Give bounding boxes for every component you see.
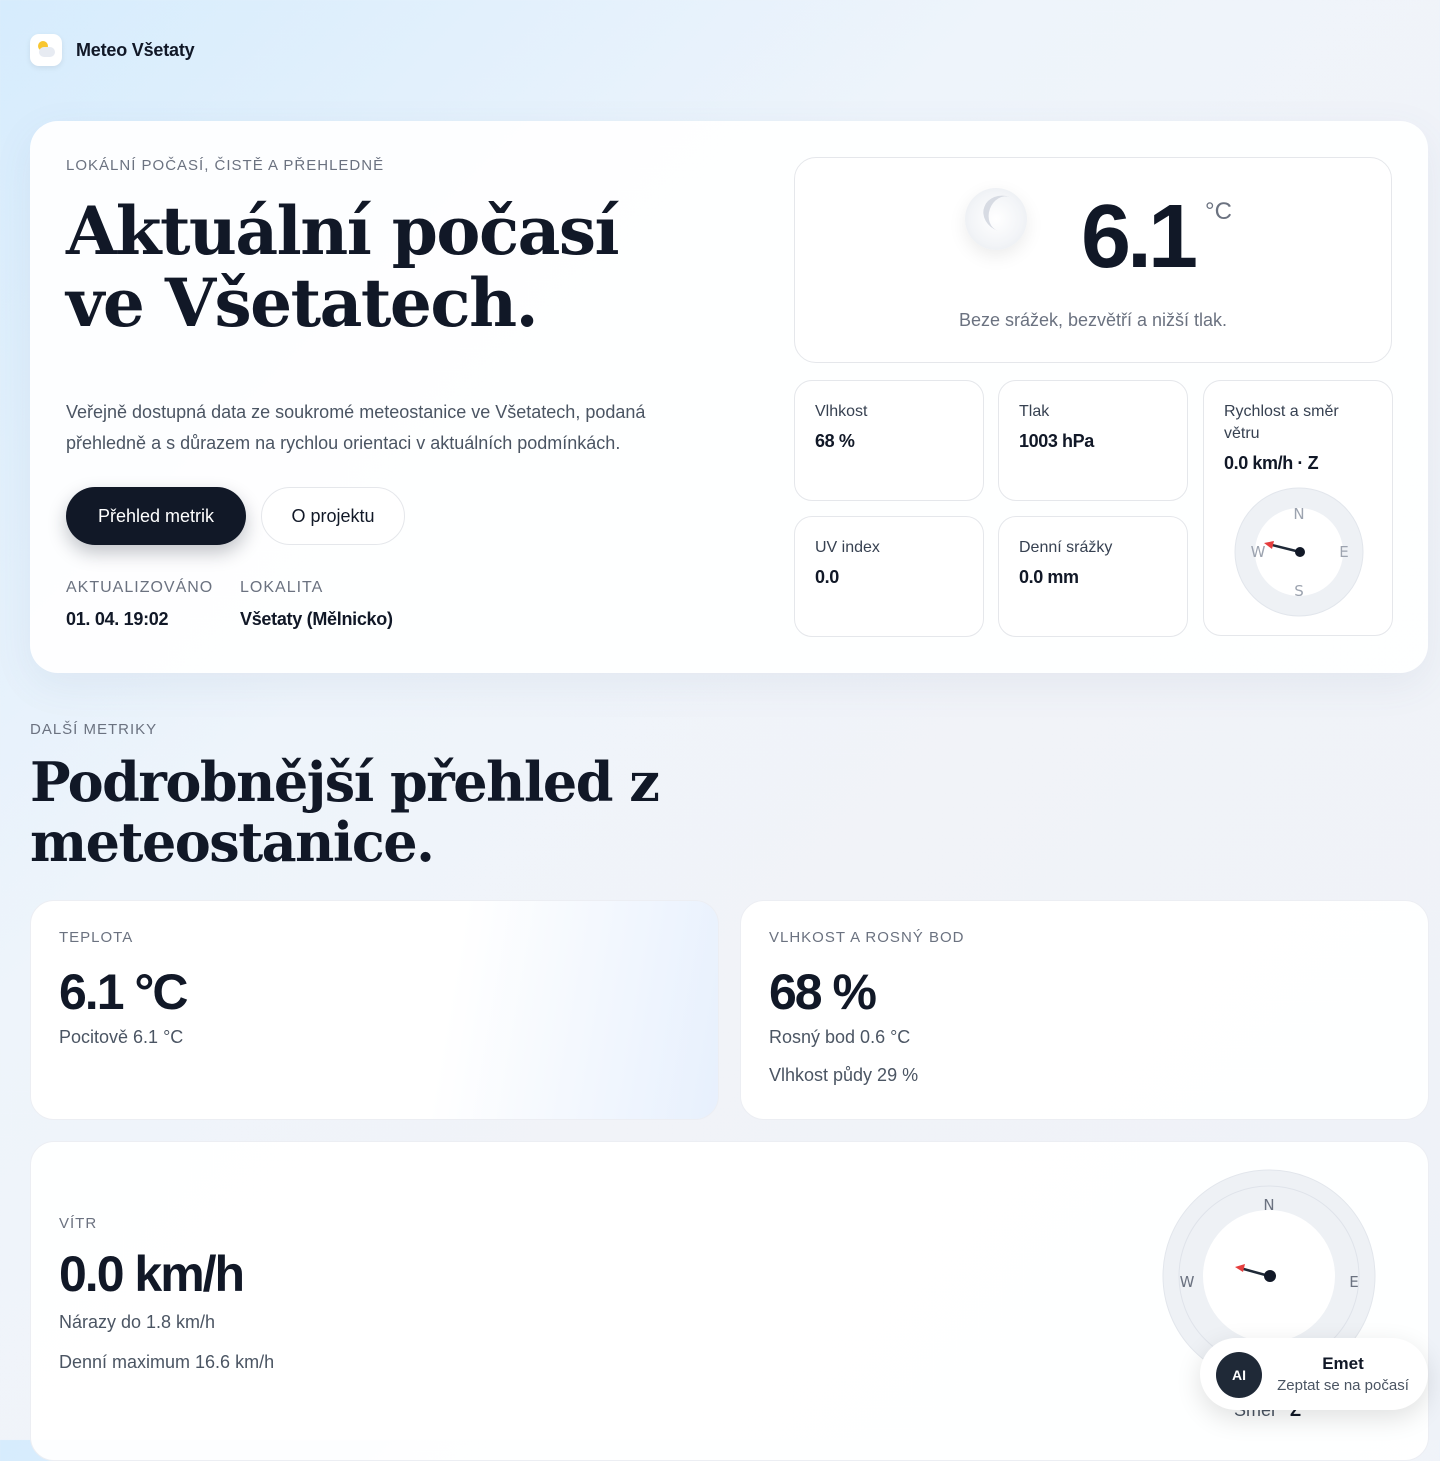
compass-w: W: [1251, 543, 1266, 561]
detail-compass-n: N: [1263, 1196, 1274, 1214]
rain-label: Denní srážky: [1019, 539, 1113, 556]
compass-s: S: [1294, 582, 1304, 600]
metrics-overview-button[interactable]: Přehled metrik: [66, 487, 246, 545]
wind-eyebrow: VÍTR: [59, 1215, 98, 1232]
weather-logo-icon: [30, 34, 62, 66]
ai-chat-widget[interactable]: AI Emet Zeptat se na počasí: [1200, 1338, 1428, 1410]
wind-card: VÍTR 0.0 km/h Nárazy do 1.8 km/h Denní m…: [30, 1141, 1429, 1461]
details-eyebrow: DALŠÍ METRIKY: [30, 721, 158, 738]
chat-assistant-name: Emet: [1322, 1354, 1364, 1373]
updated-label: AKTUALIZOVÁNO: [66, 579, 214, 596]
humidity-label: Vlhkost: [815, 403, 868, 420]
current-temperature: 6.1: [1081, 187, 1198, 287]
temperature-value: 6.1 °C: [59, 964, 189, 1020]
dew-point: Rosný bod 0.6 °C: [769, 1027, 911, 1047]
rain-tile: Denní srážky 0.0 mm: [998, 516, 1188, 637]
details-title-line-1: Podrobnější přehled z: [30, 750, 660, 814]
uv-value: 0.0: [815, 567, 839, 587]
temperature-card: TEPLOTA 6.1 °C Pocitově 6.1 °C: [30, 900, 719, 1120]
uv-tile: UV index 0.0: [794, 516, 984, 637]
detail-compass-hub: [1264, 1270, 1276, 1282]
app-name: Meteo Všetaty: [76, 39, 195, 60]
app-logo[interactable]: Meteo Všetaty: [30, 34, 195, 66]
hero-title-line-1: Aktuální počasí: [66, 192, 620, 270]
humidity-tile: Vlhkost 68 %: [794, 380, 984, 501]
wind-detail-value: 0.0 km/h: [59, 1246, 245, 1302]
current-weather-card: 6.1 °C Beze srážek, bezvětří a nižší tla…: [794, 157, 1392, 363]
wind-tile: Rychlost a směr větru 0.0 km/h · Z N E S…: [1203, 380, 1393, 636]
about-project-button[interactable]: O projektu: [261, 487, 405, 545]
wind-compass: N E S W: [1234, 487, 1364, 617]
soil-moisture: Vlhkost půdy 29 %: [769, 1065, 919, 1085]
humidity-dew-card: VLHKOST A ROSNÝ BOD 68 % Rosný bod 0.6 °…: [740, 900, 1429, 1120]
current-summary: Beze srážek, bezvětří a nižší tlak.: [958, 310, 1228, 330]
pressure-tile: Tlak 1003 hPa: [998, 380, 1188, 501]
hero-title: Aktuální počasí ve Všetatech.: [66, 195, 706, 339]
humidity-detail-value: 68 %: [769, 964, 877, 1020]
wind-daily-max: Denní maximum 16.6 km/h: [59, 1352, 275, 1372]
feels-like: Pocitově 6.1 °C: [59, 1027, 184, 1047]
chat-assistant-subtitle: Zeptat se na počasí: [1277, 1377, 1409, 1394]
wind-value: 0.0 km/h · Z: [1224, 453, 1319, 473]
compass-e: E: [1339, 543, 1348, 561]
pressure-label: Tlak: [1019, 403, 1050, 420]
hero-eyebrow: LOKÁLNÍ POČASÍ, ČISTĚ A PŘEHLEDNĚ: [66, 157, 385, 174]
rain-value: 0.0 mm: [1019, 567, 1079, 587]
detail-compass-w: W: [1180, 1273, 1195, 1291]
hero-card: LOKÁLNÍ POČASÍ, ČISTĚ A PŘEHLEDNĚ Aktuál…: [30, 121, 1428, 673]
location-value: Všetaty (Mělnicko): [240, 609, 393, 629]
location-meta: LOKALITA Všetaty (Mělnicko): [240, 579, 393, 630]
ai-avatar: AI: [1216, 1352, 1262, 1398]
compass-hub: [1295, 547, 1305, 557]
temperature-unit: °C: [1205, 198, 1232, 225]
details-title-line-2: meteostanice.: [30, 810, 435, 874]
details-title: Podrobnější přehled z meteostanice.: [30, 752, 730, 872]
location-label: LOKALITA: [240, 579, 324, 596]
updated-value: 01. 04. 19:02: [66, 609, 169, 629]
uv-label: UV index: [815, 539, 880, 556]
updated-meta: AKTUALIZOVÁNO 01. 04. 19:02: [66, 579, 213, 630]
compass-n: N: [1293, 505, 1304, 523]
pressure-value: 1003 hPa: [1019, 431, 1094, 451]
hero-title-line-2: ve Všetatech.: [66, 264, 539, 342]
detail-compass-e: E: [1349, 1273, 1358, 1291]
hero-description: Veřejně dostupná data ze soukromé meteos…: [66, 402, 646, 453]
humidity-eyebrow: VLHKOST A ROSNÝ BOD: [769, 929, 965, 946]
wind-gusts: Nárazy do 1.8 km/h: [59, 1312, 216, 1332]
wind-label: Rychlost a směr větru: [1224, 403, 1339, 442]
temperature-eyebrow: TEPLOTA: [59, 929, 134, 946]
humidity-value: 68 %: [815, 431, 855, 451]
moon-icon: [965, 188, 1027, 250]
